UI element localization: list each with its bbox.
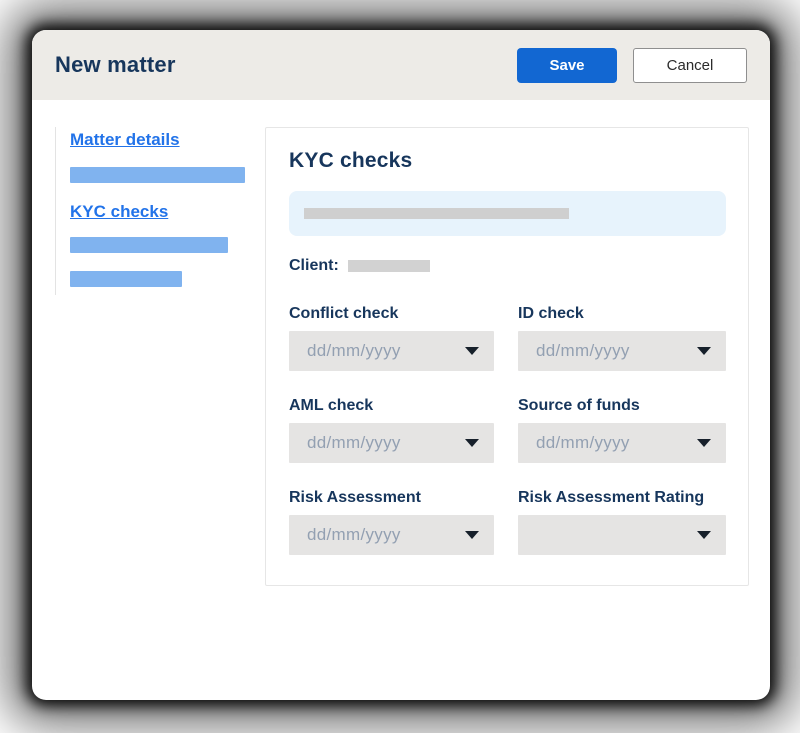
chevron-down-icon	[697, 531, 711, 539]
skeleton-bar	[70, 167, 245, 183]
sidebar-link-kyc-checks[interactable]: KYC checks	[70, 202, 168, 222]
modal-header: New matter Save Cancel	[32, 30, 770, 100]
chevron-down-icon	[697, 347, 711, 355]
client-row: Client:	[289, 257, 726, 275]
field-label: Risk Assessment Rating	[518, 489, 726, 507]
field-risk-assessment: Risk Assessment dd/mm/yyyy	[289, 489, 494, 555]
chevron-down-icon	[697, 439, 711, 447]
client-label: Client:	[289, 257, 339, 275]
field-conflict-check: Conflict check dd/mm/yyyy	[289, 305, 494, 371]
skeleton-bar	[304, 208, 569, 219]
field-label: Risk Assessment	[289, 489, 494, 507]
select-placeholder: dd/mm/yyyy	[307, 433, 401, 453]
skeleton-bar	[70, 237, 228, 253]
select-placeholder: dd/mm/yyyy	[536, 341, 630, 361]
new-matter-modal: New matter Save Cancel Matter details KY…	[32, 30, 770, 700]
info-banner	[289, 191, 726, 236]
select-placeholder: dd/mm/yyyy	[307, 341, 401, 361]
field-label: ID check	[518, 305, 726, 323]
section-nav-sidebar: Matter details KYC checks	[55, 127, 265, 295]
panel-title: KYC checks	[289, 149, 726, 173]
risk-assessment-rating-select[interactable]	[518, 515, 726, 555]
modal-title: New matter	[55, 52, 517, 78]
kyc-checks-panel: KYC checks Client: Conflict check dd/mm/…	[265, 127, 749, 586]
select-placeholder: dd/mm/yyyy	[536, 433, 630, 453]
chevron-down-icon	[465, 531, 479, 539]
id-check-date-select[interactable]: dd/mm/yyyy	[518, 331, 726, 371]
cancel-button[interactable]: Cancel	[633, 48, 747, 83]
field-risk-assessment-rating: Risk Assessment Rating	[518, 489, 726, 555]
field-label: Source of funds	[518, 397, 726, 415]
sidebar-nav: Matter details KYC checks	[55, 127, 265, 295]
save-button[interactable]: Save	[517, 48, 617, 83]
select-placeholder: dd/mm/yyyy	[307, 525, 401, 545]
risk-assessment-date-select[interactable]: dd/mm/yyyy	[289, 515, 494, 555]
header-actions: Save Cancel	[517, 48, 747, 83]
chevron-down-icon	[465, 439, 479, 447]
field-aml-check: AML check dd/mm/yyyy	[289, 397, 494, 463]
field-id-check: ID check dd/mm/yyyy	[518, 305, 726, 371]
skeleton-bar	[348, 260, 430, 272]
kyc-form-grid: Conflict check dd/mm/yyyy ID check dd/mm…	[289, 305, 726, 555]
modal-body: Matter details KYC checks KYC checks Cli…	[32, 100, 770, 586]
sidebar-link-matter-details[interactable]: Matter details	[70, 130, 180, 150]
field-source-of-funds: Source of funds dd/mm/yyyy	[518, 397, 726, 463]
field-label: Conflict check	[289, 305, 494, 323]
page-background: New matter Save Cancel Matter details KY…	[0, 0, 800, 733]
skeleton-bar	[70, 271, 182, 287]
chevron-down-icon	[465, 347, 479, 355]
aml-check-date-select[interactable]: dd/mm/yyyy	[289, 423, 494, 463]
conflict-check-date-select[interactable]: dd/mm/yyyy	[289, 331, 494, 371]
source-of-funds-date-select[interactable]: dd/mm/yyyy	[518, 423, 726, 463]
field-label: AML check	[289, 397, 494, 415]
